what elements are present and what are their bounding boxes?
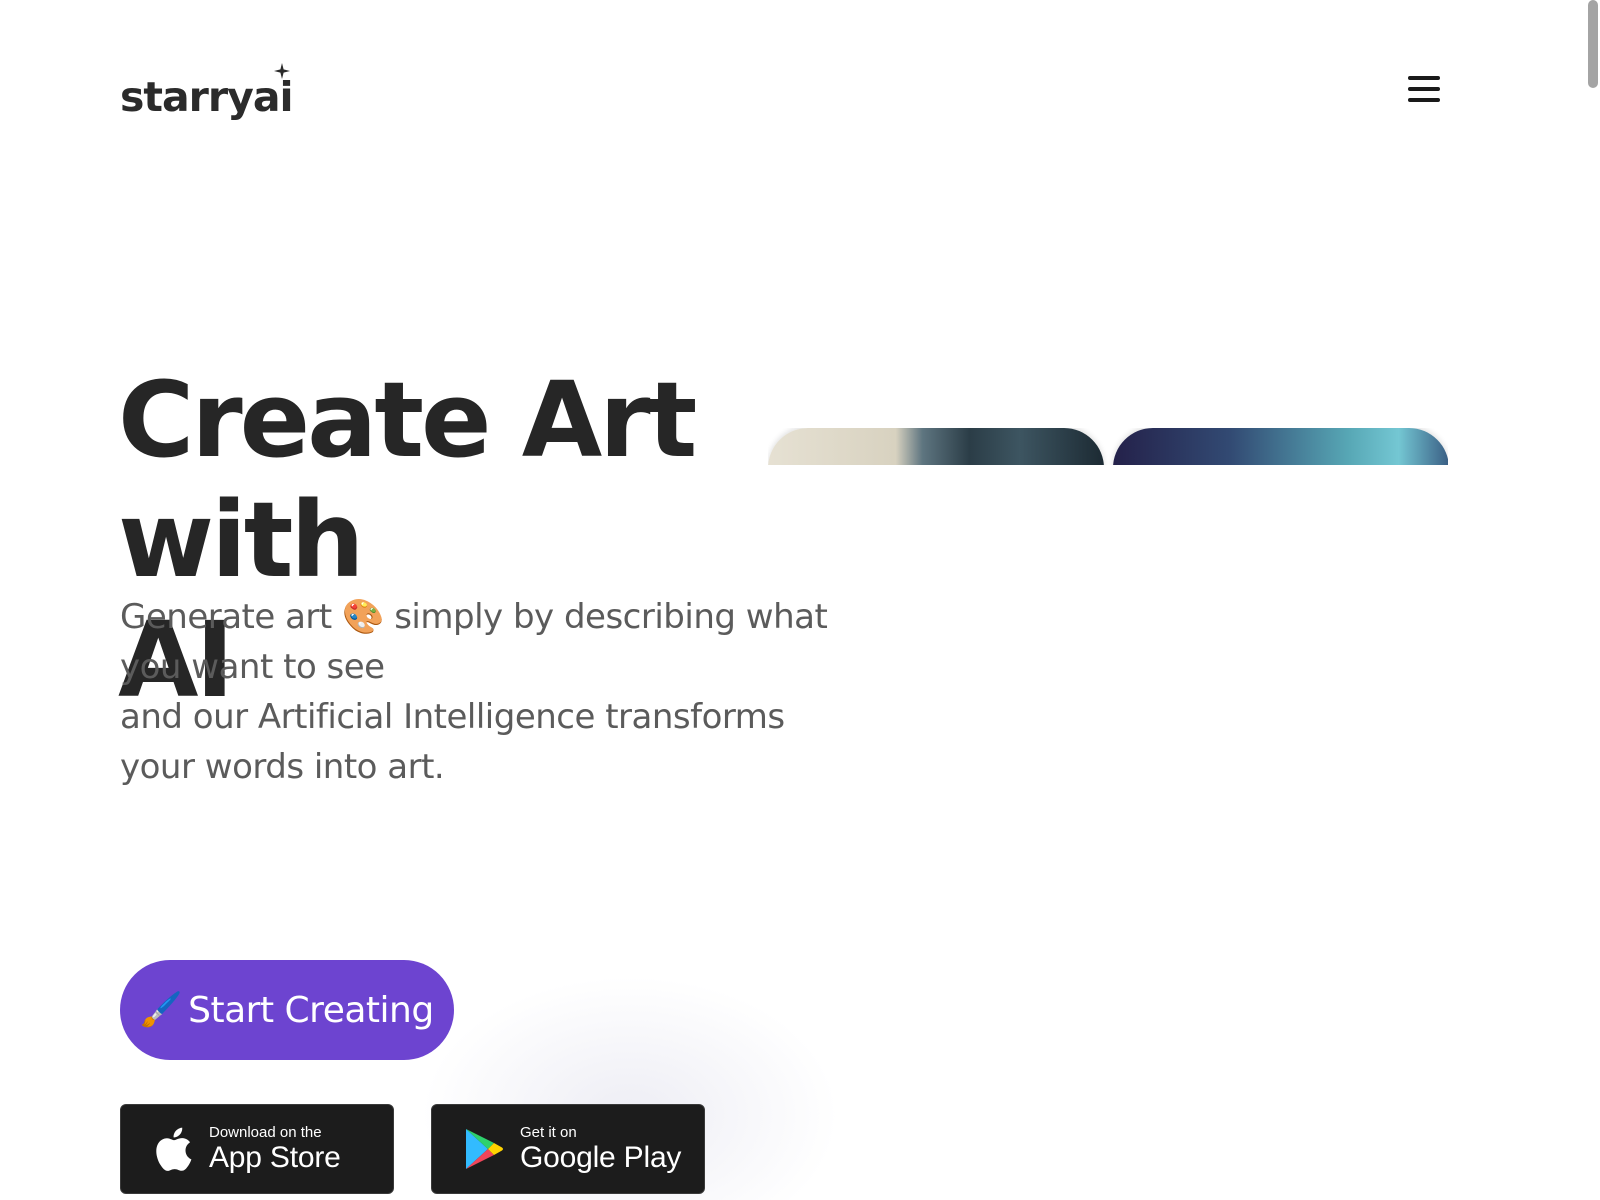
hamburger-menu-icon[interactable] xyxy=(1408,76,1440,102)
google-play-icon xyxy=(462,1125,506,1173)
gallery-image-2[interactable] xyxy=(1113,428,1448,465)
palette-emoji-icon: 🎨 xyxy=(342,597,384,637)
subtitle-text-1a: Generate art xyxy=(120,597,332,637)
logo-text: starryai xyxy=(120,73,294,121)
google-play-button[interactable]: Get it on Google Play xyxy=(431,1104,705,1194)
sparkle-icon xyxy=(274,63,290,79)
subtitle-text-3: and our Artificial Intelligence transfor… xyxy=(120,697,785,737)
scrollbar-thumb[interactable] xyxy=(1588,0,1598,88)
subtitle-text-1b: simply by describing what xyxy=(394,597,828,637)
paintbrush-icon: 🖌️ xyxy=(140,990,183,1030)
scrollbar[interactable] xyxy=(1584,0,1600,1200)
starryai-logo[interactable]: starryai xyxy=(120,63,294,121)
google-play-big-text: Google Play xyxy=(520,1141,682,1174)
app-store-big-text: App Store xyxy=(209,1141,341,1174)
start-creating-label: Start Creating xyxy=(188,989,434,1031)
subtitle-text-2: you want to see xyxy=(120,647,385,687)
hero-title-line-1: Create Art with xyxy=(118,359,697,601)
subtitle-text-4: your words into art. xyxy=(120,747,445,787)
app-store-button[interactable]: Download on the App Store xyxy=(120,1104,394,1194)
google-play-small-text: Get it on xyxy=(520,1124,577,1141)
start-creating-button[interactable]: 🖌️ Start Creating xyxy=(120,960,454,1060)
hero-subtitle: Generate art 🎨 simply by describing what… xyxy=(120,592,860,792)
apple-icon xyxy=(151,1125,195,1173)
app-store-small-text: Download on the xyxy=(209,1124,322,1141)
